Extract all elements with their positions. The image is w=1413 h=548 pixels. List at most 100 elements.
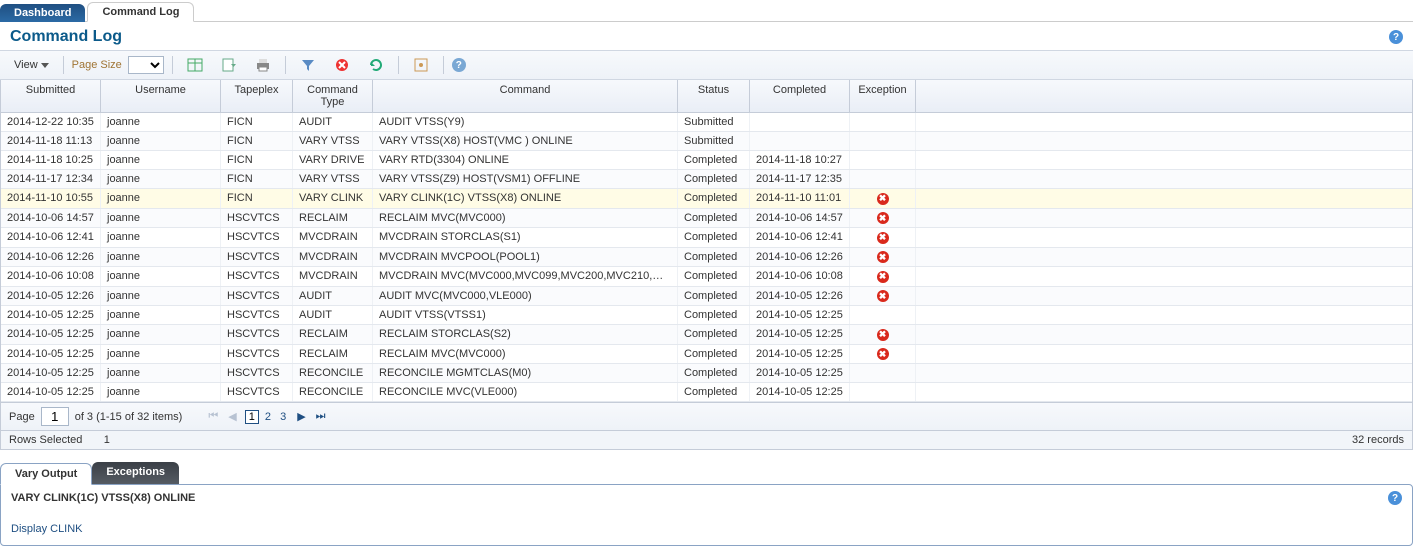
filter-icon[interactable] (294, 55, 322, 75)
table-row[interactable]: 2014-10-06 12:41joanneHSCVTCSMVCDRAINMVC… (1, 228, 1412, 248)
cell-submitted: 2014-10-06 14:57 (1, 209, 101, 228)
error-icon: ✖ (877, 232, 889, 244)
table-row[interactable]: 2014-10-06 12:26joanneHSCVTCSMVCDRAINMVC… (1, 248, 1412, 268)
export-icon[interactable] (215, 55, 243, 75)
col-command[interactable]: Command (373, 80, 678, 112)
view-label: View (14, 59, 38, 71)
cell-submitted: 2014-11-17 12:34 (1, 170, 101, 188)
table-row[interactable]: 2014-10-05 12:26joanneHSCVTCSAUDITAUDIT … (1, 287, 1412, 307)
cell-completed: 2014-10-06 12:41 (750, 228, 850, 247)
cell-tapeplex: FICN (221, 189, 293, 208)
cell-username: joanne (101, 287, 221, 306)
cell-exception: ✖ (850, 267, 916, 286)
table-row[interactable]: 2014-11-18 11:13joanneFICNVARY VTSSVARY … (1, 132, 1412, 151)
cell-command-type: RECONCILE (293, 364, 373, 382)
cell-submitted: 2014-11-10 10:55 (1, 189, 101, 208)
cell-status: Completed (678, 189, 750, 208)
cell-command-type: VARY DRIVE (293, 151, 373, 169)
cell-completed (750, 132, 850, 150)
first-page-icon[interactable]: ⏮ (206, 410, 220, 423)
output-heading: VARY CLINK(1C) VTSS(X8) ONLINE (11, 492, 195, 504)
page-size-select[interactable] (128, 56, 164, 74)
page-input[interactable] (41, 407, 69, 426)
cell-exception (850, 170, 916, 188)
cell-command: VARY CLINK(1C) VTSS(X8) ONLINE (373, 189, 678, 208)
page-number[interactable]: 2 (262, 411, 274, 423)
table-row[interactable]: 2014-10-06 14:57joanneHSCVTCSRECLAIMRECL… (1, 209, 1412, 229)
cell-submitted: 2014-10-06 12:26 (1, 248, 101, 267)
cell-tapeplex: HSCVTCS (221, 209, 293, 228)
help-icon[interactable]: ? (1389, 30, 1403, 44)
cell-command-type: AUDIT (293, 113, 373, 131)
cell-exception: ✖ (850, 287, 916, 306)
error-icon: ✖ (877, 271, 889, 283)
table-row[interactable]: 2014-12-22 10:35joanneFICNAUDITAUDIT VTS… (1, 113, 1412, 132)
prev-page-icon[interactable]: ◀ (226, 410, 238, 423)
cell-exception: ✖ (850, 228, 916, 247)
display-clink-link[interactable]: Display CLINK (11, 523, 83, 535)
cell-tapeplex: FICN (221, 170, 293, 188)
cell-completed: 2014-10-05 12:25 (750, 383, 850, 401)
rows-selected-count: 1 (104, 434, 110, 446)
cell-command: AUDIT VTSS(Y9) (373, 113, 678, 131)
table-row[interactable]: 2014-10-05 12:25joanneHSCVTCSAUDITAUDIT … (1, 306, 1412, 325)
cell-username: joanne (101, 325, 221, 344)
settings-icon[interactable] (407, 55, 435, 75)
col-username[interactable]: Username (101, 80, 221, 112)
cell-tapeplex: HSCVTCS (221, 383, 293, 401)
cell-username: joanne (101, 132, 221, 150)
table-options-icon[interactable] (181, 55, 209, 75)
cell-command: MVCDRAIN MVC(MVC000,MVC099,MVC200,MVC210… (373, 267, 678, 286)
col-completed[interactable]: Completed (750, 80, 850, 112)
table-row[interactable]: 2014-10-06 10:08joanneHSCVTCSMVCDRAINMVC… (1, 267, 1412, 287)
cancel-icon[interactable] (328, 55, 356, 75)
print-icon[interactable] (249, 55, 277, 75)
table-row[interactable]: 2014-11-17 12:34joanneFICNVARY VTSSVARY … (1, 170, 1412, 189)
next-page-icon[interactable]: ▶ (295, 410, 307, 423)
col-status[interactable]: Status (678, 80, 750, 112)
output-help-icon[interactable]: ? (1388, 491, 1402, 505)
col-tapeplex[interactable]: Tapeplex (221, 80, 293, 112)
error-icon: ✖ (877, 251, 889, 263)
table-row[interactable]: 2014-11-18 10:25joanneFICNVARY DRIVEVARY… (1, 151, 1412, 170)
table-row[interactable]: 2014-10-05 12:25joanneHSCVTCSRECLAIMRECL… (1, 345, 1412, 365)
output-panel: VARY CLINK(1C) VTSS(X8) ONLINE ? Display… (0, 484, 1413, 546)
page-of-label: of 3 (1-15 of 32 items) (75, 411, 183, 423)
cell-command-type: RECLAIM (293, 209, 373, 228)
last-page-icon[interactable]: ⏭ (314, 410, 328, 423)
tab-vary-output[interactable]: Vary Output (0, 463, 92, 485)
cell-tapeplex: FICN (221, 132, 293, 150)
col-submitted[interactable]: Submitted (1, 80, 101, 112)
cell-command: VARY VTSS(Z9) HOST(VSM1) OFFLINE (373, 170, 678, 188)
error-icon: ✖ (877, 329, 889, 341)
cell-completed: 2014-10-05 12:25 (750, 364, 850, 382)
table-row[interactable]: 2014-10-05 12:25joanneHSCVTCSRECONCILERE… (1, 383, 1412, 402)
cell-status: Submitted (678, 132, 750, 150)
cell-command-type: MVCDRAIN (293, 267, 373, 286)
tab-command-log[interactable]: Command Log (87, 2, 194, 22)
col-command-type[interactable]: Command Type (293, 80, 373, 112)
view-menu-button[interactable]: View (8, 57, 55, 73)
cell-completed: 2014-10-06 14:57 (750, 209, 850, 228)
cell-username: joanne (101, 170, 221, 188)
table-row[interactable]: 2014-10-05 12:25joanneHSCVTCSRECONCILERE… (1, 364, 1412, 383)
cell-username: joanne (101, 306, 221, 324)
cell-username: joanne (101, 228, 221, 247)
page-number[interactable]: 1 (245, 410, 259, 424)
cell-command: MVCDRAIN STORCLAS(S1) (373, 228, 678, 247)
toolbar-help-icon[interactable]: ? (452, 58, 466, 72)
tab-dashboard[interactable]: Dashboard (0, 4, 85, 22)
page-title: Command Log (10, 28, 122, 46)
table-row[interactable]: 2014-11-10 10:55joanneFICNVARY CLINKVARY… (1, 189, 1412, 209)
refresh-icon[interactable] (362, 55, 390, 75)
cell-completed (750, 113, 850, 131)
table-row[interactable]: 2014-10-05 12:25joanneHSCVTCSRECLAIMRECL… (1, 325, 1412, 345)
status-bar: Rows Selected 1 32 records (0, 431, 1413, 450)
col-exception[interactable]: Exception (850, 80, 916, 112)
cell-username: joanne (101, 113, 221, 131)
tab-exceptions[interactable]: Exceptions (92, 462, 179, 484)
cell-exception (850, 151, 916, 169)
command-log-grid: Submitted Username Tapeplex Command Type… (0, 80, 1413, 431)
page-number[interactable]: 3 (277, 411, 289, 423)
cell-completed: 2014-11-17 12:35 (750, 170, 850, 188)
